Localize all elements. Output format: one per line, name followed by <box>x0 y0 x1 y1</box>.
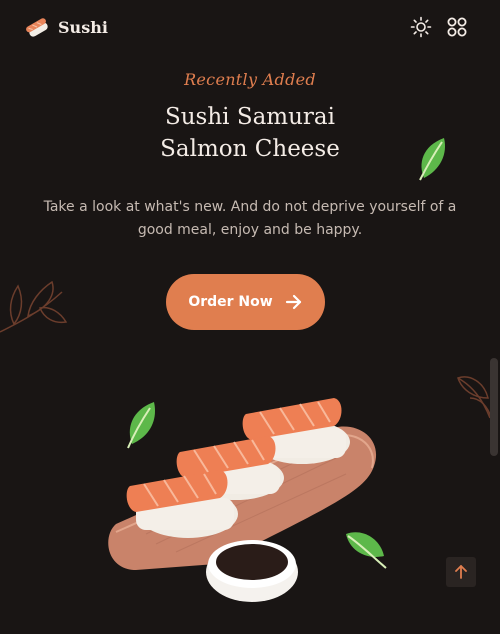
header: Sushi <box>0 0 500 56</box>
scroll-top-button[interactable] <box>446 557 476 587</box>
outline-leaf-icon <box>0 280 68 333</box>
sun-icon <box>410 16 432 38</box>
sushi-icon <box>24 14 50 40</box>
scrollbar-thumb[interactable] <box>490 358 498 456</box>
hero-title-line-1: Sushi Samurai <box>164 104 335 130</box>
menu-button[interactable] <box>446 16 468 38</box>
order-now-label: Order Now <box>188 294 273 310</box>
brand-logo[interactable]: Sushi <box>24 14 108 40</box>
hero-description: Take a look at what's new. And do not de… <box>43 199 457 238</box>
outline-leaf-icon <box>457 376 492 421</box>
theme-toggle-button[interactable] <box>410 16 432 38</box>
order-now-button[interactable]: Order Now <box>166 274 325 330</box>
leaf-icon <box>127 402 156 449</box>
leaf-icon <box>419 138 446 181</box>
brand-name: Sushi <box>58 17 108 37</box>
grid-icon <box>446 16 468 38</box>
leaf-icon <box>346 532 387 569</box>
arrow-right-icon <box>285 293 303 311</box>
arrow-up-icon <box>455 565 467 579</box>
hero-subtitle: Recently Added <box>184 70 316 89</box>
